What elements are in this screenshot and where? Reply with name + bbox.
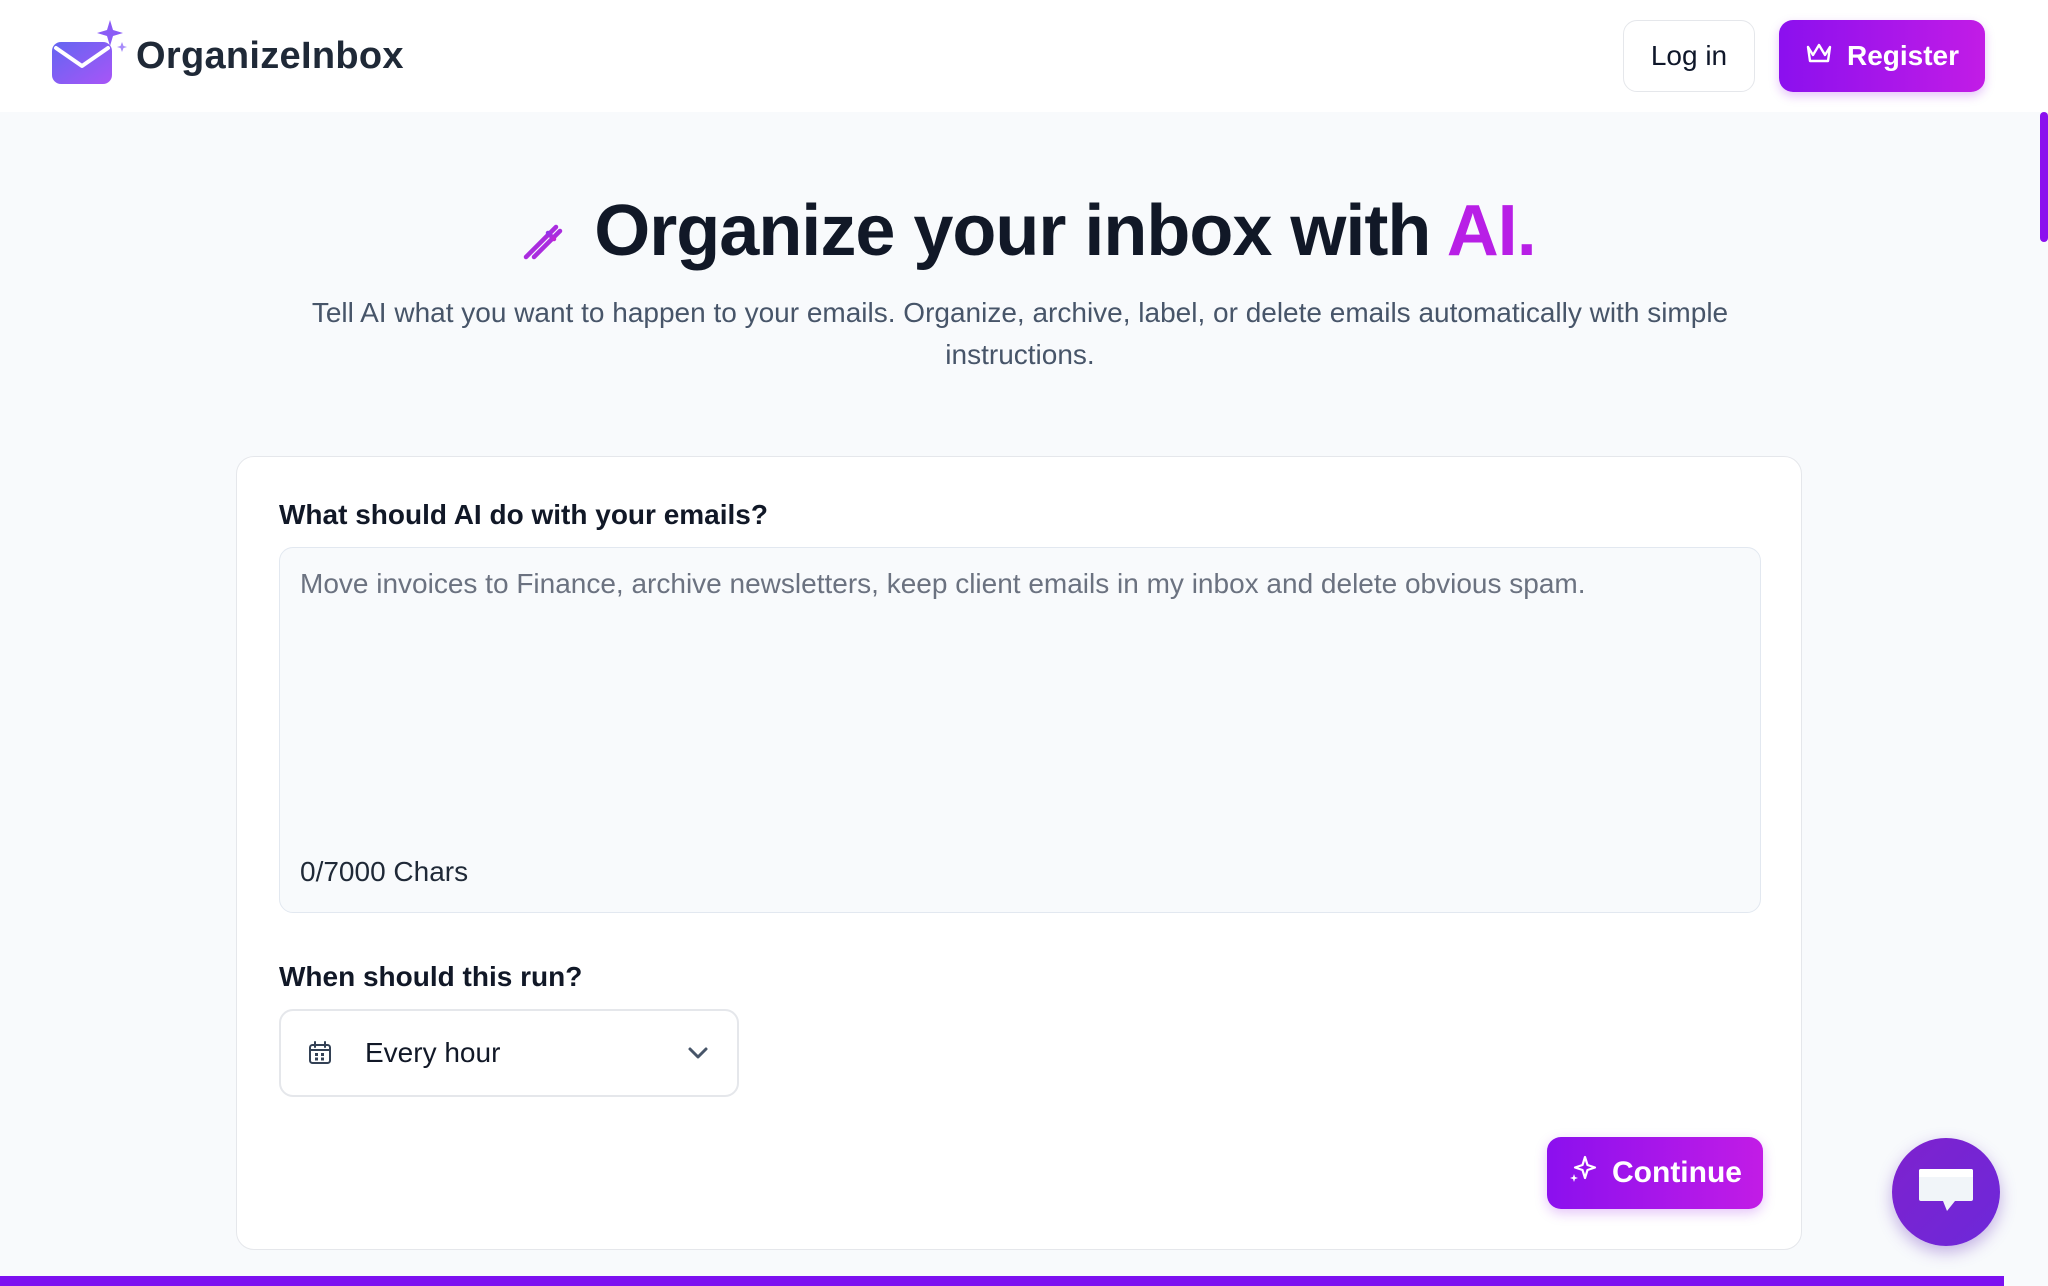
chat-widget-button[interactable] — [1892, 1138, 2000, 1246]
calendar-icon — [307, 1040, 333, 1066]
schedule-select[interactable]: Every hour — [279, 1009, 739, 1097]
register-label: Register — [1846, 40, 1960, 71]
char-counter: 0/7000 Chars — [300, 856, 469, 887]
instructions-textarea[interactable] — [280, 548, 1760, 838]
login-button[interactable]: Log in — [1623, 20, 1755, 92]
continue-label: Continue — [1612, 1156, 1742, 1189]
chat-bubble-icon — [1915, 1163, 1977, 1222]
crown-icon — [1805, 40, 1833, 72]
bottom-accent-bar — [0, 1276, 2004, 1286]
page-title: Organize your inbox with AI. — [0, 190, 2048, 272]
title-accent: AI. — [1446, 191, 1537, 271]
chevron-down-icon — [685, 1040, 711, 1066]
schedule-value: Every hour — [365, 1037, 501, 1068]
magic-wand-icon — [512, 202, 568, 262]
automation-form-card: What should AI do with your emails? 0/70… — [236, 456, 1802, 1250]
site-header: OrganizeInbox Log in Register — [0, 0, 2048, 112]
instructions-label: What should AI do with your emails? — [279, 499, 768, 530]
register-button[interactable]: Register — [1779, 20, 1985, 92]
schedule-label: When should this run? — [279, 961, 583, 992]
sparkles-icon — [1568, 1154, 1598, 1192]
page-subtitle: Tell AI what you want to happen to your … — [311, 297, 1729, 370]
logo-text: OrganizeInbox — [136, 34, 404, 77]
envelope-sparkle-icon — [50, 20, 128, 92]
continue-button[interactable]: Continue — [1547, 1137, 1763, 1209]
instructions-field[interactable]: 0/7000 Chars — [279, 547, 1761, 913]
logo[interactable]: OrganizeInbox — [50, 20, 404, 92]
title-main: Organize your inbox with — [594, 191, 1447, 271]
